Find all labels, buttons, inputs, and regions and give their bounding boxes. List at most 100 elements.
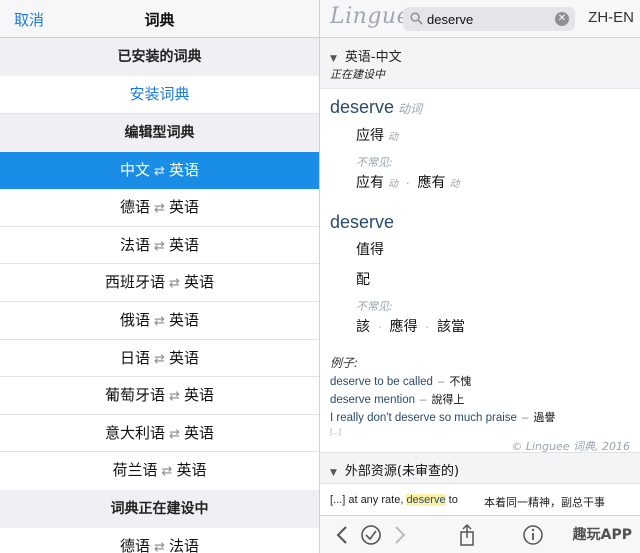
swap-arrow-icon: ⇄ [154,163,165,179]
target-language: 英语 [168,160,199,179]
target-language: 法语 [168,536,199,553]
example-chinese: 說得上 [431,393,465,406]
source-language: 日语 [120,348,151,367]
headword[interactable]: deserve [330,212,630,233]
translation-text: 应得 [356,128,384,144]
source-language: 德语 [120,536,151,553]
separator-dot: · [425,321,430,334]
dictionary-pair-row[interactable]: 中文 ⇄ 英语 [0,151,319,190]
installed-dictionaries-header: 已安装的词典 [0,38,319,76]
install-dictionary-link[interactable]: 安装词典 [0,76,319,114]
external-sources-title: 外部资源(未审查的) [344,464,460,479]
example-line[interactable]: deserve to be called – 不愧 [330,373,630,391]
dictionary-pair-row[interactable]: 葡萄牙语 ⇄ 英语 [0,377,319,415]
nav-title: 词典 [144,11,175,29]
dictionary-section[interactable]: ▼ 英语-中文 正在建设中 [320,38,640,89]
snippet-highlight: deserve [406,494,446,506]
dictionary-pair-row[interactable]: 意大利语 ⇄ 英语 [0,414,319,453]
building-dictionaries-list: 德语 ⇄ 法语 [0,527,319,553]
dictionary-pair-row[interactable]: 德语 ⇄ 英语 [0,189,319,227]
language-pair-button[interactable]: ZH-EN [588,9,634,26]
target-language: 英语 [168,310,199,329]
example-line[interactable]: I really don't deserve so much praise – 過譽 [330,409,630,427]
example-dash: – [420,394,427,406]
back-icon[interactable] [330,522,356,548]
part-of-speech: 动词 [398,102,423,116]
less-common-translations: 应有动 · 應有动 [330,172,630,192]
search-input[interactable] [427,10,547,28]
swap-arrow-icon: ⇄ [169,426,180,442]
snippet-prefix: [...] at any rate, [330,494,404,506]
nav-bar: 取消 词典 [0,0,319,38]
more-examples-link[interactable]: [...] [330,427,630,436]
dictionary-title: 英语-中文 [344,50,402,65]
entry-plain: deserve 值得 配 不常见: 該 · 應得 · 該當 [320,212,640,336]
external-sources-header[interactable]: ▼ 外部资源(未审查的) [320,452,640,484]
source-language: 法语 [120,235,151,254]
example-dash: – [521,412,529,424]
dictionary-pair-row[interactable]: 法语 ⇄ 英语 [0,226,319,265]
dictionary-section-header: ▼ 英语-中文 [330,46,630,65]
collapse-triangle-icon: ▼ [330,468,337,478]
clear-icon[interactable]: ✕ [555,12,569,26]
info-icon[interactable] [520,522,546,548]
swap-arrow-icon: ⇄ [154,313,165,329]
source-language: 俄语 [120,310,151,329]
history-clock-icon[interactable] [358,522,384,548]
translation-pos: 动 [449,179,460,190]
edited-dictionaries-header: 编辑型词典 [0,113,319,152]
dictionary-pair-row[interactable]: 西班牙语 ⇄ 英语 [0,264,319,302]
less-common-label: 不常见: [356,156,393,169]
example-line[interactable]: deserve mention – 說得上 [330,391,630,409]
less-common-translations: 該 · 應得 · 該當 [330,316,630,336]
source-language: 中文 [120,160,151,179]
watermark: 趣玩APP [572,527,632,543]
example-english: deserve mention [330,394,416,406]
dictionary-pair-row[interactable]: 德语 ⇄ 法语 [0,527,319,553]
swap-arrow-icon: ⇄ [154,351,165,367]
search-box[interactable]: ✕ [403,7,575,31]
translation-text[interactable]: 該當 [437,319,465,335]
target-language: 英语 [168,198,199,217]
example-dash: – [437,376,445,388]
target-language: 英语 [168,235,199,254]
swap-arrow-icon: ⇄ [169,276,180,292]
source-language: 葡萄牙语 [105,386,166,405]
forward-icon[interactable] [386,522,412,548]
translation-text[interactable]: 应有 [356,175,384,191]
translation-text[interactable]: 該 [356,319,370,335]
dictionary-list-pane: 取消 词典 已安装的词典 安装词典 编辑型词典 中文 ⇄ 英语 德语 ⇄ 英语 法语 ⇄ 英语西… [0,0,320,553]
edited-dictionaries-list: 中文 ⇄ 英语 德语 ⇄ 英语 法语 ⇄ 英语 西班牙语 ⇄ 英语 俄语 ⇄ 英语 日语 ⇄ 英语 葡萄牙语 ⇄ 英语意… [0,151,319,490]
translation-text[interactable]: 應得 [390,319,418,335]
search-icon [410,12,423,25]
swap-arrow-icon: ⇄ [154,238,165,254]
swap-arrow-icon: ⇄ [169,389,180,405]
snippet-english: [...] at any rate, deserve to [330,494,458,506]
source-language: 德语 [120,198,151,217]
example-english: I really don't deserve so much praise [330,412,517,424]
translation-pos: 动 [388,179,398,190]
translation[interactable]: 值得 [330,239,630,259]
translation[interactable]: 配 [330,269,630,289]
swap-arrow-icon: ⇄ [161,464,173,480]
share-icon[interactable] [454,522,480,548]
dictionary-pair-row[interactable]: 俄语 ⇄ 英语 [0,301,319,340]
dictionary-pair-row[interactable]: 荷兰语 ⇄ 英语 [0,452,319,490]
translation[interactable]: 应得动 [330,125,630,145]
source-language: 意大利语 [105,423,166,442]
examples-block: 例子: deserve to be called – 不愧 deserve menti… [320,354,640,436]
dictionary-result-pane: Linguee ✕ ZH-EN ▼ 英语-中文 正在建设中 deserve 动词 应… [320,0,640,553]
example-chinese: 不愧 [449,375,472,388]
examples-label: 例子: [330,356,359,370]
headword[interactable]: deserve [330,97,394,117]
example-english: deserve to be called [330,376,433,388]
snippet-suffix: to [448,494,458,506]
dictionary-pair-row[interactable]: 日语 ⇄ 英语 [0,339,319,378]
search-bar: Linguee ✕ ZH-EN [320,0,640,38]
translation-text[interactable]: 應有 [418,175,446,191]
target-language: 英语 [183,423,214,442]
example-chinese: 過譽 [533,411,556,424]
examples-list: deserve to be called – 不愧 deserve mention – 說… [330,373,630,427]
target-language: 英语 [168,348,199,367]
source-language: 西班牙语 [105,273,166,292]
